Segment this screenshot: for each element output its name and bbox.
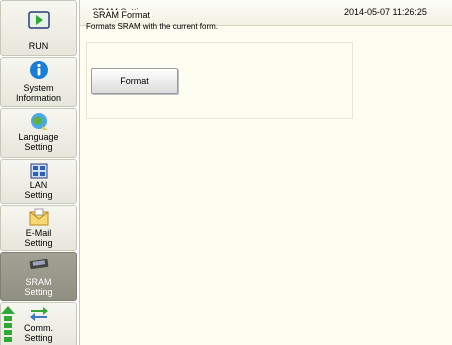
group-description: Formats SRAM with the current form.	[86, 22, 219, 31]
datetime-display: 2014-05-07 11:26:25	[344, 7, 427, 17]
lan-icon	[30, 163, 48, 181]
sidebar-item-lan-setting[interactable]: LAN Setting	[0, 159, 77, 204]
scroll-up-indicator[interactable]	[1, 306, 15, 345]
sidebar-item-sram-setting[interactable]: SRAM Setting	[0, 252, 77, 301]
sram-icon	[28, 258, 50, 272]
run-icon	[27, 11, 50, 31]
comm-icon	[29, 305, 49, 323]
sidebar-item-label: SRAM Setting	[24, 277, 53, 297]
email-icon	[29, 208, 49, 228]
info-icon	[29, 60, 49, 82]
sidebar-item-system-information[interactable]: System Information	[0, 57, 77, 107]
sidebar-item-language-setting[interactable]: Language Setting	[0, 108, 77, 158]
sidebar: RUN System Information Language Setting	[0, 0, 80, 345]
sidebar-item-email-setting[interactable]: E-Mail Setting	[0, 205, 77, 251]
group-title: SRAM Format	[91, 10, 153, 20]
sidebar-item-label: System Information	[15, 83, 62, 103]
sidebar-item-run[interactable]: RUN	[0, 0, 77, 56]
format-button[interactable]: Format	[91, 68, 178, 94]
language-icon	[29, 111, 49, 133]
sidebar-item-label: Language Setting	[18, 132, 59, 152]
sidebar-item-label: E-Mail Setting	[24, 228, 53, 248]
sidebar-item-label: RUN	[28, 41, 49, 51]
sidebar-item-label: LAN Setting	[24, 180, 53, 200]
arrow-up-icon	[1, 306, 15, 342]
